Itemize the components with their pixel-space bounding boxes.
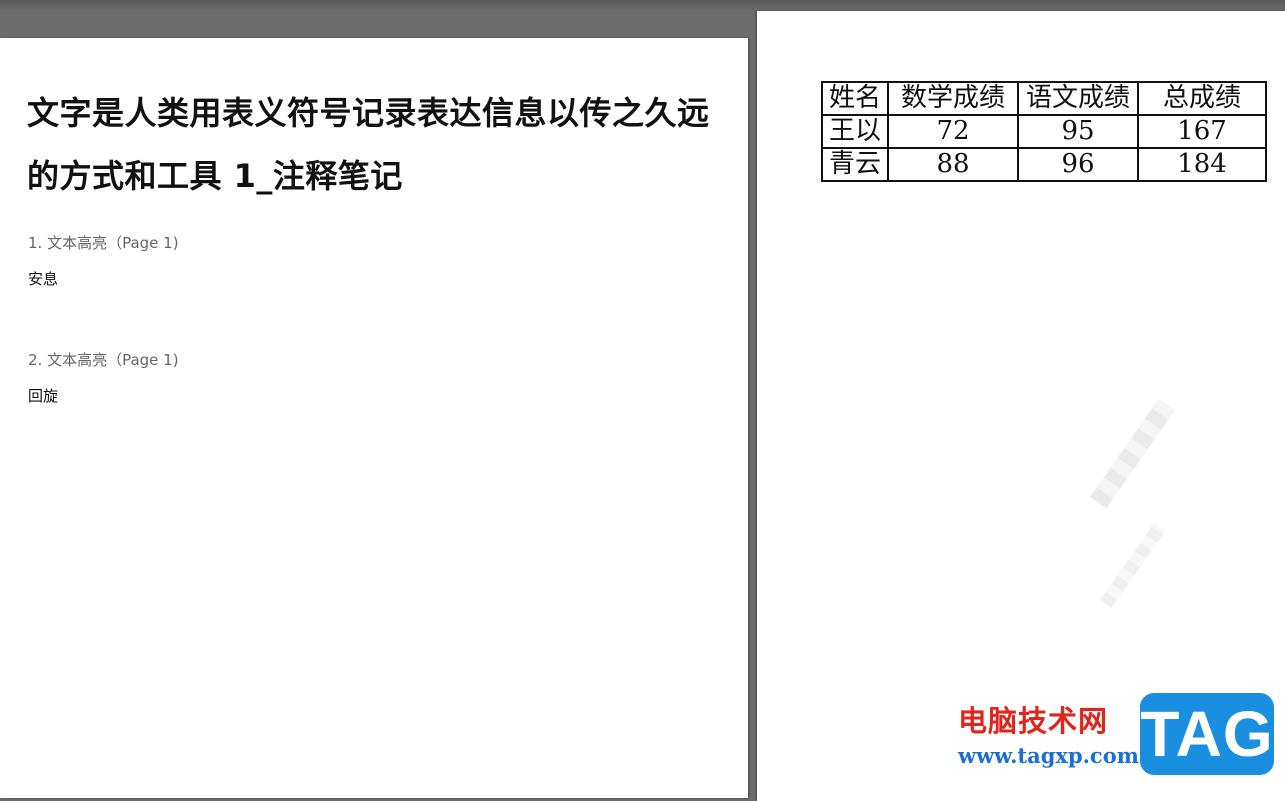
score-table: 姓名 数学成绩 语文成绩 总成绩 王以 72 95 167 青云 88 96 1… — [821, 81, 1267, 182]
table-header-cell: 总成绩 — [1137, 81, 1267, 116]
table-row: 王以 72 95 167 — [821, 114, 1267, 149]
table-cell: 88 — [887, 147, 1019, 182]
table-header-cell: 姓名 — [821, 81, 889, 116]
table-cell: 96 — [1017, 147, 1139, 182]
viewer-top-strip — [0, 0, 1285, 10]
table-cell: 青云 — [821, 147, 889, 182]
table-row: 青云 88 96 184 — [821, 147, 1267, 182]
note-label-1: 1. 文本高亮（Page 1) — [28, 234, 179, 252]
page-title: 文字是人类用表义符号记录表达信息以传之久远的方式和工具 1_注释笔记 — [27, 94, 710, 195]
note-label-2: 2. 文本高亮（Page 1) — [28, 351, 179, 369]
table-cell: 184 — [1137, 147, 1267, 182]
table-cell: 95 — [1017, 114, 1139, 149]
watermark-site-name: 电脑技术网 — [958, 704, 1109, 738]
table-cell: 167 — [1137, 114, 1267, 149]
table-header-cell: 数学成绩 — [887, 81, 1019, 116]
table-cell: 王以 — [821, 114, 889, 149]
note-text-2: 回旋 — [28, 387, 59, 405]
watermark-url: www.tagxp.com — [958, 743, 1139, 768]
table-cell: 72 — [887, 114, 1019, 149]
watermark-badge: TAG — [1140, 693, 1274, 775]
table-header-row: 姓名 数学成绩 语文成绩 总成绩 — [821, 81, 1267, 116]
table-header-cell: 语文成绩 — [1017, 81, 1139, 116]
note-text-1: 安息 — [28, 270, 59, 288]
